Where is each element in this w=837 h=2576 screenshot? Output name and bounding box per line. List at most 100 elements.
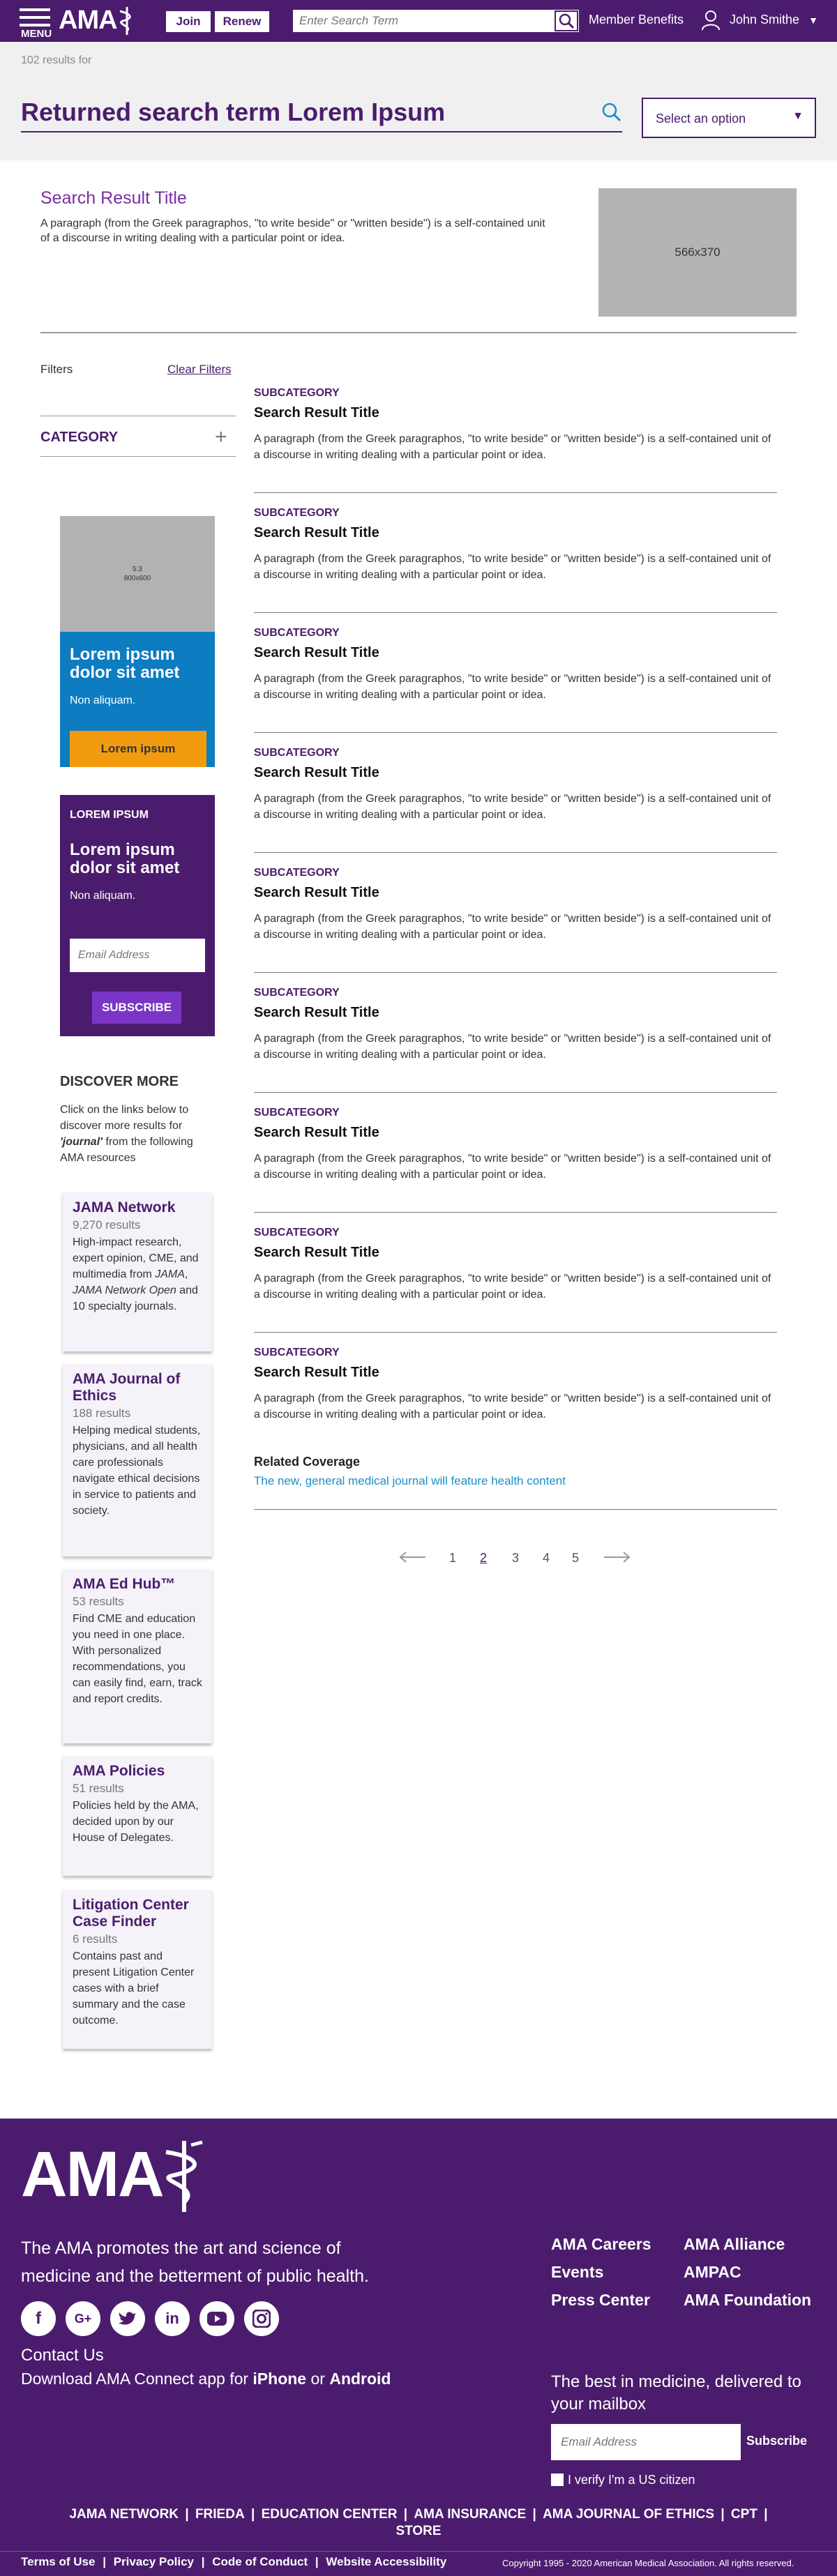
member-benefits-link[interactable]: Member Benefits	[589, 13, 684, 27]
footer-link-education-center[interactable]: EDUCATION CENTER	[262, 2507, 398, 2522]
discover-card-count: 188 results	[73, 1407, 131, 1420]
discover-card-policies[interactable]: AMA Policies 51 results Policies held by…	[63, 1756, 212, 1876]
arrow-left-icon[interactable]	[398, 1551, 427, 1567]
featured-result-title[interactable]: Search Result Title	[40, 188, 187, 209]
result-title[interactable]: Search Result Title	[254, 1244, 777, 1261]
sort-select-value: Select an option	[656, 112, 746, 126]
footer-link-careers[interactable]: AMA Careers	[551, 2230, 651, 2258]
discover-card-litigation[interactable]: Litigation Center Case Finder 6 results …	[63, 1890, 212, 2049]
page-link-3[interactable]: 3	[512, 1551, 519, 1566]
result-subcategory[interactable]: SUBCATEGORY	[254, 986, 777, 1000]
filters-label: Filters	[40, 363, 73, 376]
featured-image-placeholder: 566x370	[598, 188, 797, 317]
footer-link-events[interactable]: Events	[551, 2258, 651, 2286]
result-subcategory[interactable]: SUBCATEGORY	[254, 386, 777, 400]
result-subcategory[interactable]: SUBCATEGORY	[254, 866, 777, 880]
result-subcategory[interactable]: SUBCATEGORY	[254, 506, 777, 520]
footer-link-cpt[interactable]: CPT	[731, 2507, 757, 2522]
footer-ama-logo[interactable]: AMA	[21, 2138, 203, 2212]
caret-down-icon: ▼	[808, 15, 818, 26]
discover-card-desc: Policies held by the AMA, decided upon b…	[73, 1800, 199, 1844]
discover-card-title: JAMA Network	[73, 1199, 176, 1215]
result-subcategory[interactable]: SUBCATEGORY	[254, 1346, 777, 1360]
arrow-right-icon[interactable]	[603, 1551, 632, 1567]
discover-more-text: Click on the links below to discover mor…	[60, 1104, 193, 1164]
page-link-4[interactable]: 4	[543, 1551, 550, 1566]
header-search-button[interactable]	[555, 10, 578, 31]
result-text: A paragraph (from the Greek paragraphos,…	[254, 793, 771, 821]
renew-button[interactable]: Renew	[215, 11, 269, 32]
user-menu[interactable]: John Smithe ▼	[730, 13, 818, 27]
result-subcategory[interactable]: SUBCATEGORY	[254, 746, 777, 760]
page-link-5[interactable]: 5	[572, 1551, 579, 1566]
category-filter-toggle[interactable]: CATEGORY	[40, 430, 118, 446]
discover-card-jama[interactable]: JAMA Network 9,270 results High-impact r…	[63, 1192, 212, 1351]
result-title[interactable]: Search Result Title	[254, 644, 777, 661]
discover-card-ethics[interactable]: AMA Journal of Ethics 188 results Helpin…	[63, 1364, 212, 1556]
footer-link-ama-insurance[interactable]: AMA INSURANCE	[414, 2507, 526, 2522]
youtube-icon[interactable]	[199, 2301, 234, 2336]
search-term-field[interactable]: Returned search term Lorem Ipsum	[21, 98, 622, 132]
footer-link-jama-network[interactable]: JAMA NETWORK	[69, 2507, 179, 2522]
result-title[interactable]: Search Result Title	[254, 764, 777, 781]
user-name: John Smithe	[730, 13, 800, 26]
result-title[interactable]: Search Result Title	[254, 1124, 777, 1141]
subscribe-button[interactable]: SUBSCRIBE	[92, 992, 181, 1024]
divider	[254, 1332, 777, 1333]
discover-card-ed-hub[interactable]: AMA Ed Hub™ 53 results Find CME and educ…	[63, 1569, 212, 1743]
facebook-icon[interactable]: f	[21, 2301, 56, 2336]
footer-link-alliance[interactable]: AMA Alliance	[684, 2230, 823, 2258]
result-subcategory[interactable]: SUBCATEGORY	[254, 626, 777, 640]
related-coverage-link[interactable]: The new, general medical journal will fe…	[254, 1474, 566, 1488]
code-of-conduct-link[interactable]: Code of Conduct	[212, 2555, 308, 2568]
discover-term: 'journal'	[60, 1136, 103, 1148]
instagram-icon[interactable]	[244, 2301, 279, 2336]
menu-button[interactable]: MENU	[17, 4, 56, 40]
google-plus-icon[interactable]: G+	[66, 2301, 100, 2336]
twitter-icon[interactable]	[110, 2301, 145, 2336]
footer-link-ampac[interactable]: AMPAC	[684, 2258, 823, 2286]
terms-of-use-link[interactable]: Terms of Use	[21, 2555, 95, 2568]
clear-filters-link[interactable]: Clear Filters	[167, 363, 232, 377]
result-title[interactable]: Search Result Title	[254, 524, 777, 541]
footer-links-col1: AMA Careers Events Press Center	[551, 2230, 651, 2314]
footer-email-input[interactable]	[551, 2424, 741, 2460]
us-citizen-checkbox[interactable]: I verify I'm a US citizen	[551, 2473, 695, 2487]
result-title[interactable]: Search Result Title	[254, 1004, 777, 1021]
android-link[interactable]: Android	[329, 2370, 391, 2388]
result-subcategory[interactable]: SUBCATEGORY	[254, 1226, 777, 1240]
result-subcategory[interactable]: SUBCATEGORY	[254, 1106, 777, 1120]
search-result-item: SUBCATEGORY Search Result Title A paragrap…	[254, 506, 777, 583]
caret-down-icon: ▼	[792, 110, 804, 122]
result-title[interactable]: Search Result Title	[254, 1364, 777, 1381]
featured-result-text: A paragraph (from the Greek paragraphos,…	[40, 218, 545, 244]
header-search-input[interactable]	[294, 10, 552, 31]
ama-logo[interactable]: AMA	[59, 6, 131, 36]
footer-subscribe-button[interactable]: Subscribe	[746, 2434, 807, 2448]
promo-button[interactable]: Lorem ipsum	[70, 731, 206, 767]
page-link-1[interactable]: 1	[449, 1551, 456, 1566]
footer-link-frieda[interactable]: FRIEDA	[195, 2507, 245, 2522]
footer-link-press[interactable]: Press Center	[551, 2286, 651, 2314]
website-accessibility-link[interactable]: Website Accessibility	[326, 2555, 446, 2568]
plus-icon[interactable]: +	[215, 425, 227, 449]
footer: AMA The AMA promotes the art and science…	[0, 2119, 837, 2576]
privacy-policy-link[interactable]: Privacy Policy	[114, 2555, 194, 2568]
result-title[interactable]: Search Result Title	[254, 884, 777, 901]
search-icon[interactable]	[601, 102, 622, 123]
linkedin-icon[interactable]: in	[155, 2301, 190, 2336]
result-title[interactable]: Search Result Title	[254, 404, 777, 421]
page-link-2-current[interactable]: 2	[480, 1551, 487, 1566]
join-button[interactable]: Join	[166, 11, 211, 32]
search-result-item: SUBCATEGORY Search Result Title A paragrap…	[254, 986, 777, 1063]
footer-link-foundation[interactable]: AMA Foundation	[684, 2286, 823, 2314]
sort-select[interactable]: Select an option ▼	[642, 98, 816, 138]
iphone-link[interactable]: iPhone	[252, 2370, 306, 2388]
footer-link-journal-of-ethics[interactable]: AMA JOURNAL OF ETHICS	[543, 2507, 714, 2522]
contact-us-link[interactable]: Contact Us	[21, 2346, 104, 2365]
discover-card-count: 9,270 results	[73, 1218, 141, 1232]
footer-link-store[interactable]: STORE	[395, 2524, 441, 2538]
search-icon	[559, 13, 575, 29]
divider	[254, 1212, 777, 1213]
newsletter-email-input[interactable]	[70, 939, 205, 972]
